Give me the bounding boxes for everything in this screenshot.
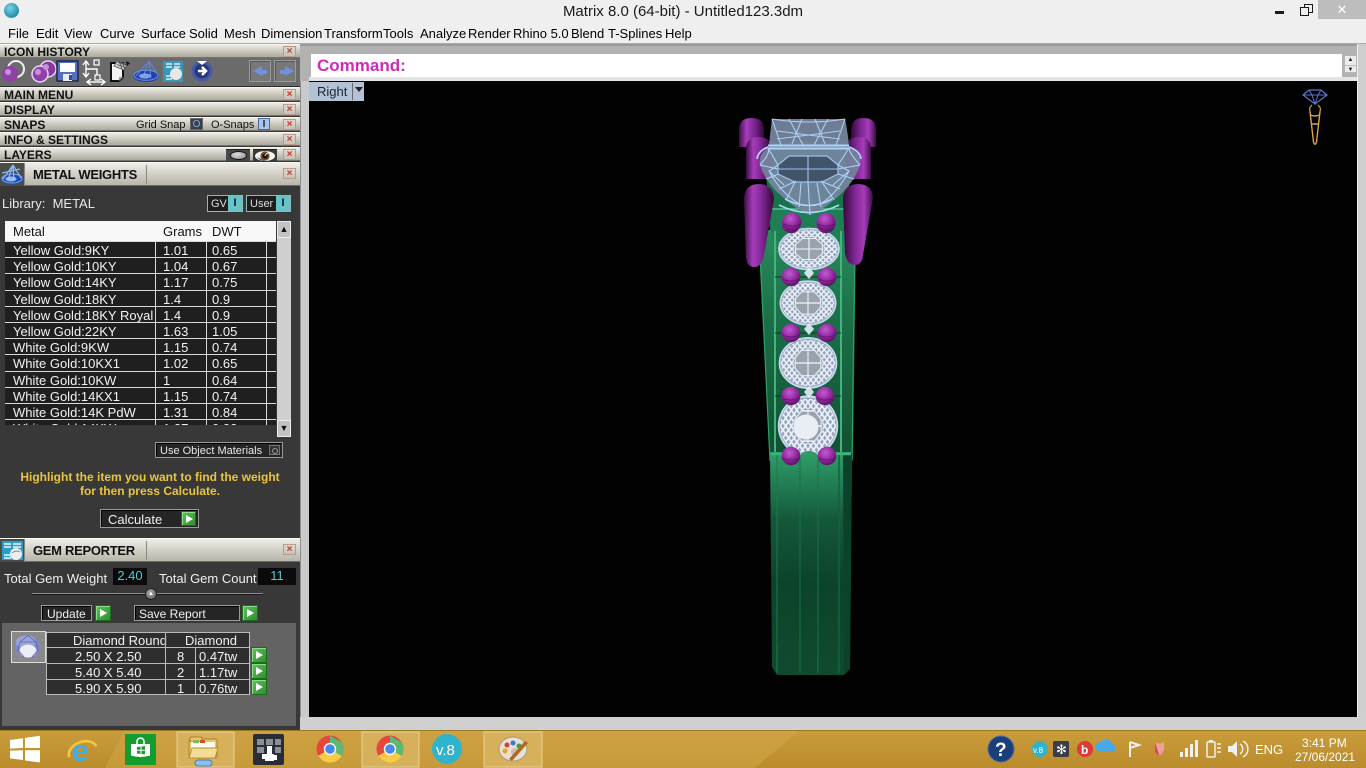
svg-text:ENG: ENG	[1255, 742, 1283, 757]
svg-text:v.8: v.8	[1033, 746, 1044, 755]
svg-text:v.8: v.8	[436, 742, 455, 759]
svg-text:?: ?	[995, 740, 1007, 761]
svg-text:27/06/2021: 27/06/2021	[1295, 750, 1355, 764]
svg-text:3:41 PM: 3:41 PM	[1302, 736, 1347, 750]
svg-text:e: e	[72, 733, 89, 768]
svg-text:b: b	[1081, 743, 1088, 757]
svg-text:✻: ✻	[1056, 742, 1067, 757]
